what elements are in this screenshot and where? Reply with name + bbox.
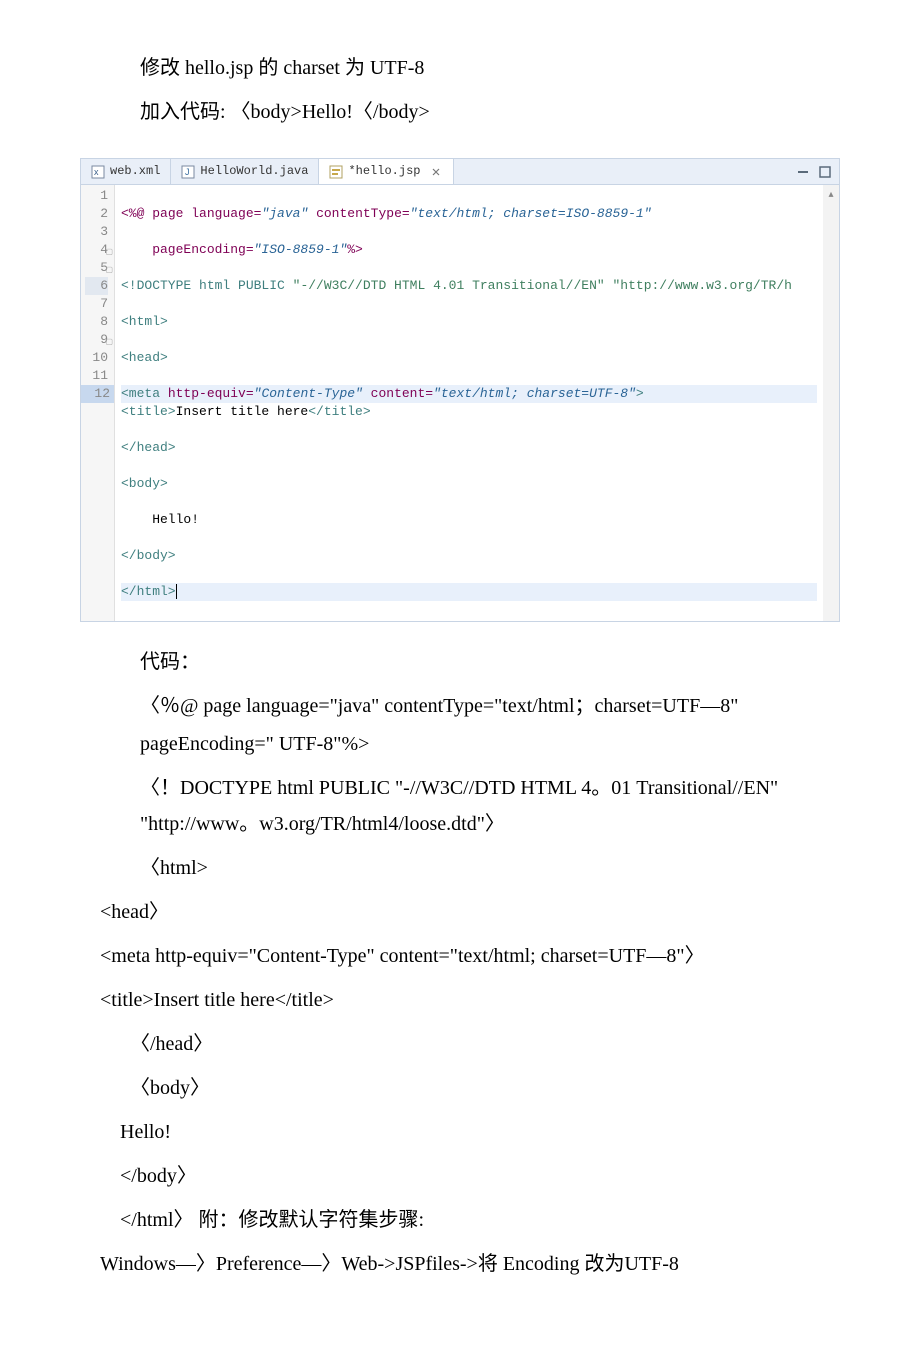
line-number: 7 [85,295,108,313]
paragraph: 代码： [40,644,880,680]
paragraph: Windows—〉Preference—〉Web->JSPfiles->将 En… [40,1246,880,1282]
tab-helloworld-java[interactable]: J HelloWorld.java [171,159,319,184]
code-token: page [152,206,191,221]
code-token: <body> [121,476,168,491]
line-number: 11 [85,367,108,385]
minimize-icon[interactable] [795,164,811,180]
paragraph: <head〉 [40,894,880,930]
code-token: </head> [121,440,176,455]
tab-label: HelloWorld.java [200,161,308,183]
svg-text:x: x [94,167,99,177]
line-gutter: 1 2 3 4 5 6 7 8 9 10 11 12 [81,185,115,621]
tab-hello-jsp[interactable]: *hello.jsp [319,159,454,184]
code-editor[interactable]: 1 2 3 4 5 6 7 8 9 10 11 12 <%@ page lang… [81,185,839,621]
chevron-up-icon: ▴ [828,187,833,205]
code-token: "http://www.w3.org/TR/h [605,278,792,293]
paragraph: <title>Insert title here</title> [40,982,880,1018]
code-token: </body> [121,548,176,563]
tab-web-xml[interactable]: x web.xml [81,159,171,184]
code-token: <title> [121,404,176,419]
paragraph: 〈！DOCTYPE html PUBLIC "-//W3C//DTD HTML … [40,770,880,842]
svg-text:J: J [185,167,190,177]
text-cursor [176,584,177,599]
tab-label: web.xml [110,161,160,183]
paragraph: <meta http-equiv="Content-Type" content=… [40,938,880,974]
code-token: contentType= [308,206,409,221]
code-token: <meta [121,386,168,401]
line-number: 2 [85,205,108,223]
code-token: html [199,278,238,293]
paragraph: 修改 hello.jsp 的 charset 为 UTF-8 [40,50,880,86]
code-lines[interactable]: <%@ page language="java" contentType="te… [115,185,823,621]
paragraph: 〈body〉 [40,1070,880,1106]
paragraph: </html〉 附：修改默认字符集步骤: [40,1202,880,1238]
line-number: 5 [85,259,108,277]
code-token: </title> [308,404,370,419]
line-number: 4 [85,241,108,259]
close-icon[interactable] [429,165,443,179]
paragraph: 〈html> [40,850,880,886]
code-token: language= [191,206,261,221]
code-token: <%@ [121,206,152,221]
java-file-icon: J [181,165,195,179]
code-token: <head> [121,350,168,365]
code-token: Hello! [121,512,199,527]
line-number: 9 [85,331,108,349]
code-token: pageEncoding= [121,242,254,257]
code-token: PUBLIC [238,278,293,293]
line-number: 10 [85,349,108,367]
code-token: "Content-Type" [254,386,363,401]
code-token: "-//W3C//DTD HTML 4.01 Transitional//EN" [293,278,605,293]
scrollbar-up[interactable]: ▴ [823,185,839,621]
code-token: <!DOCTYPE [121,278,199,293]
paragraph: pageEncoding=" UTF-8"%> [40,726,880,762]
xml-file-icon: x [91,165,105,179]
paragraph: </body〉 [40,1158,880,1194]
code-token: > [636,386,644,401]
code-token: http-equiv= [168,386,254,401]
line-number: 6 [85,277,108,295]
code-token: "text/html; charset=UTF-8" [433,386,636,401]
editor-panel: x web.xml J HelloWorld.java *hello.jsp [80,158,840,622]
tab-label: *hello.jsp [348,161,420,183]
code-token: Insert title here [176,404,309,419]
jsp-file-icon [329,165,343,179]
line-number: 12 [81,385,114,403]
paragraph: 〈％@ page language="java" contentType="te… [40,688,880,724]
code-token: "text/html; charset=ISO-8859-1" [410,206,652,221]
editor-tabs: x web.xml J HelloWorld.java *hello.jsp [81,159,839,185]
editor-toolbar-right [795,159,839,184]
code-token: </html> [121,584,176,599]
code-token: <html> [121,314,168,329]
paragraph: 加入代码: 〈body>Hello!〈/body> [40,94,880,130]
code-token: content= [363,386,433,401]
paragraph: 〈/head〉 [40,1026,880,1062]
maximize-icon[interactable] [817,164,833,180]
line-number: 8 [85,313,108,331]
line-number: 1 [85,187,108,205]
code-token: "ISO-8859-1" [254,242,348,257]
paragraph: Hello! [40,1114,880,1150]
code-token: %> [347,242,363,257]
line-number: 3 [85,223,108,241]
code-token: "java" [261,206,308,221]
